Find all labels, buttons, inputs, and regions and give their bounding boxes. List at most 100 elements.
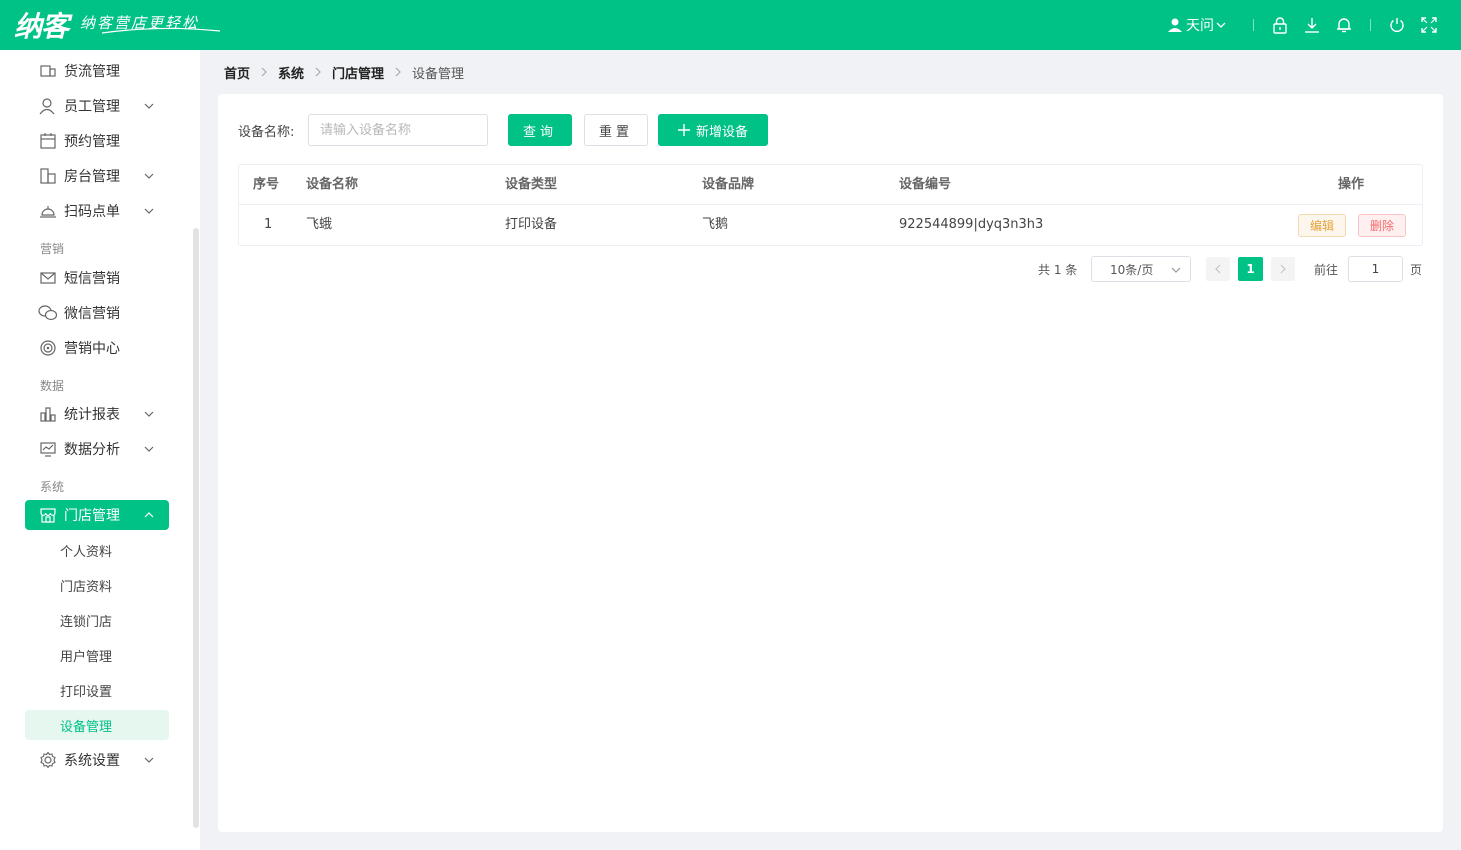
target-icon [38,338,58,358]
chevron-up-icon [144,512,154,518]
sidebar-item-label: 门店管理 [64,508,120,524]
chevron-down-icon [144,208,154,214]
chevron-down-icon [144,103,154,109]
device-table: 序号 设备名称 设备类型 设备品牌 设备编号 操作 1 飞蛾 打印设备 飞鹅 9… [238,164,1423,246]
chevron-down-icon [144,411,154,417]
add-device-label: 新增设备 [695,124,748,140]
sidebar-sub-chain-stores[interactable]: 连锁门店 [25,605,169,635]
sidebar-item-label: 系统设置 [64,753,120,769]
col-index: 序号 [253,177,280,192]
col-code: 设备编号 [899,177,952,192]
page-suffix: 页 [1410,263,1423,277]
bell-icon[interactable] [1333,14,1355,36]
sidebar-group-system: 系统 [40,480,65,494]
store-icon [38,505,58,525]
cell-index: 1 [264,217,273,232]
chevron-down-icon [1216,22,1226,28]
lock-icon[interactable] [1269,14,1291,36]
sidebar-sub-profile[interactable]: 个人资料 [25,535,169,565]
breadcrumb-store[interactable]: 门店管理 [332,63,384,82]
sidebar-item-label: 短信营销 [64,271,120,287]
sidebar-item-marketing-center[interactable]: 营销中心 [25,333,169,363]
sidebar-item-stock[interactable]: 货流管理 [25,56,169,86]
main-card: 设备名称: 查询 重置 新增设备 序号 设备名称 设备类型 设备品牌 设备编号 … [218,94,1443,832]
prev-page-button[interactable] [1206,257,1230,281]
pagination-total: 共 1 条 [1038,263,1078,277]
user-menu[interactable]: 天问 [1167,15,1229,35]
wechat-icon [38,303,58,323]
sidebar-sub-users[interactable]: 用户管理 [25,640,169,670]
sidebar-item-label: 营销中心 [64,341,120,357]
breadcrumb-system[interactable]: 系统 [278,63,304,82]
reset-button[interactable]: 重置 [584,114,648,146]
divider [1370,19,1371,31]
stock-icon [38,61,58,81]
chevron-right-icon [315,67,321,77]
sidebar-item-system-settings[interactable]: 系统设置 [25,745,169,775]
breadcrumb-home[interactable]: 首页 [224,63,250,82]
power-icon[interactable] [1386,14,1408,36]
search-label: 设备名称: [238,125,295,140]
page-size-select[interactable]: 10条/页 [1091,256,1191,282]
sidebar-item-label: 预约管理 [64,134,120,150]
sidebar-group-marketing: 营销 [40,242,65,256]
query-button[interactable]: 查询 [508,114,572,146]
col-actions: 操作 [1338,177,1365,192]
user-name: 天问 [1186,18,1214,34]
sidebar-group-data: 数据 [40,379,65,393]
sidebar-item-label: 员工管理 [64,99,120,115]
edit-button[interactable]: 编辑 [1298,214,1346,237]
sidebar-item-label: 微信营销 [64,306,120,322]
col-brand: 设备品牌 [702,177,755,192]
chevron-right-icon [261,67,267,77]
chevron-down-icon [144,446,154,452]
user-icon [38,96,58,116]
user-icon [1168,18,1182,32]
sidebar-item-booking[interactable]: 预约管理 [25,126,169,156]
fullscreen-icon[interactable] [1418,14,1440,36]
chevron-right-icon [1280,264,1286,274]
sidebar-item-store-manage[interactable]: 门店管理 [25,500,169,530]
cell-type: 打印设备 [505,217,558,232]
breadcrumb: 首页 系统 门店管理 设备管理 [224,62,464,82]
sidebar-item-analysis[interactable]: 数据分析 [25,434,169,464]
top-header: 纳客 纳客营店更轻松 天问 [0,0,1461,50]
page-number-current[interactable]: 1 [1238,257,1263,281]
table-row: 1 飞蛾 打印设备 飞鹅 922544899|dyq3n3h3 编辑 删除 [239,205,1422,245]
sidebar-sub-devices[interactable]: 设备管理 [25,710,169,740]
plus-icon [677,124,690,136]
sidebar-sub-store-info[interactable]: 门店资料 [25,570,169,600]
col-type: 设备类型 [505,177,558,192]
chevron-down-icon [1171,267,1181,273]
bell-service-icon [38,201,58,221]
sidebar-scrollbar[interactable] [193,228,199,828]
chevron-down-icon [144,757,154,763]
col-name: 设备名称 [306,177,359,192]
sidebar-item-label: 货流管理 [64,64,120,80]
sidebar-item-reports[interactable]: 统计报表 [25,399,169,429]
logo-swoosh-icon [101,27,221,34]
delete-button[interactable]: 删除 [1358,214,1406,237]
chevron-right-icon [395,67,401,77]
sidebar-item-wechat[interactable]: 微信营销 [25,298,169,328]
sidebar-item-room[interactable]: 房台管理 [25,161,169,191]
chevron-left-icon [1215,264,1221,274]
add-device-button[interactable]: 新增设备 [658,114,768,146]
sidebar-item-scan-order[interactable]: 扫码点单 [25,196,169,226]
device-name-input[interactable] [308,114,488,146]
gear-icon [38,750,58,770]
room-icon [38,166,58,186]
table-header: 序号 设备名称 设备类型 设备品牌 设备编号 操作 [239,165,1422,205]
calendar-icon [38,131,58,151]
divider [1253,19,1254,31]
sidebar-item-label: 扫码点单 [64,204,120,220]
download-icon[interactable] [1301,14,1323,36]
goto-page-input[interactable] [1348,256,1403,282]
chevron-down-icon [144,173,154,179]
sidebar-item-staff[interactable]: 员工管理 [25,91,169,121]
mail-icon [38,268,58,288]
sidebar-item-sms[interactable]: 短信营销 [25,263,169,293]
sidebar-sub-print-settings[interactable]: 打印设置 [25,675,169,705]
goto-label: 前往 [1314,263,1339,277]
next-page-button[interactable] [1271,257,1295,281]
